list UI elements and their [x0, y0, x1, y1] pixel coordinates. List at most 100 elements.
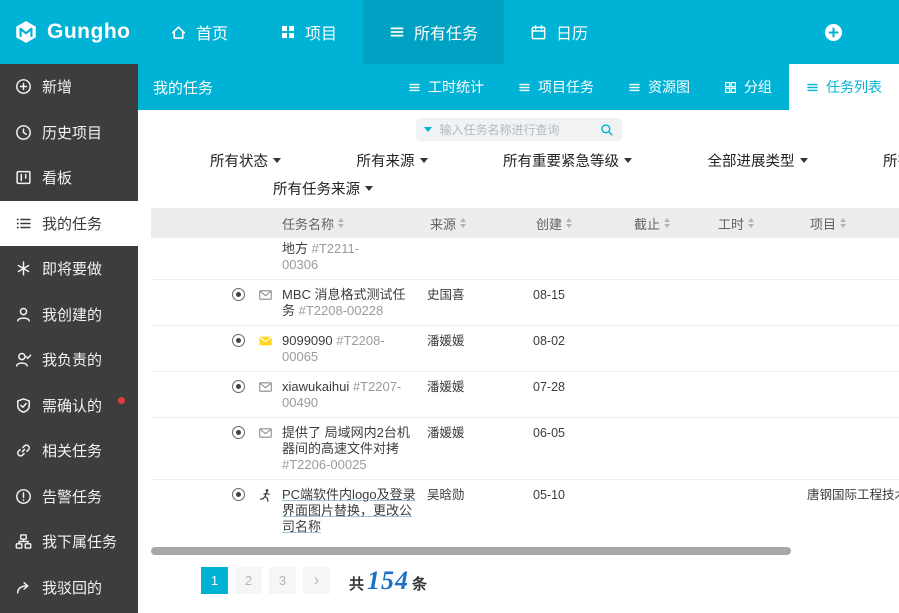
sidebar-item-label: 需确认的	[42, 395, 102, 416]
search-icon[interactable]	[600, 123, 614, 137]
table-header: 任务名称 来源 创建 截止 工时 项目	[151, 208, 899, 238]
col-created[interactable]: 创建	[533, 214, 631, 233]
sidebar-item-created-by-me[interactable]: 我创建的	[0, 292, 138, 338]
sidebar-item-label: 即将要做	[42, 258, 102, 279]
page-button-2[interactable]: 2	[235, 567, 262, 594]
sidebar-item-label: 历史项目	[42, 122, 102, 143]
filter-priority[interactable]: 所有重要紧急等级	[503, 150, 632, 171]
mail-icon	[251, 424, 279, 440]
task-created: 08-02	[533, 332, 631, 349]
radio-button[interactable]	[232, 426, 245, 439]
sidebar-item-needs-confirmation[interactable]: 需确认的	[0, 383, 138, 429]
search-input[interactable]	[438, 122, 594, 138]
pagination: 1 2 3 › 共 154 条	[201, 567, 899, 594]
tab-work-hours[interactable]: 工时统计	[391, 64, 501, 110]
history-icon	[15, 124, 32, 141]
sidebar-item-my-tasks[interactable]: 我的任务	[0, 201, 138, 247]
page-button-1[interactable]: 1	[201, 567, 228, 594]
sidebar-item-alert-tasks[interactable]: 告警任务	[0, 474, 138, 520]
task-project: 唐钢国际工程技术有	[807, 486, 899, 503]
alert-circle-icon	[15, 488, 32, 505]
tab-task-list[interactable]: 任务列表	[789, 64, 899, 110]
nav-item-calendar[interactable]: 日历	[504, 0, 614, 64]
col-work-hours[interactable]: 工时	[715, 214, 807, 233]
tab-label: 资源图	[648, 77, 690, 97]
total-count: 共 154 条	[349, 568, 427, 594]
mail-yellow-icon	[251, 332, 279, 348]
shield-check-icon	[15, 397, 32, 414]
table-row[interactable]: 提供了 局域网内2台机器间的高速文件对拷 #T2206-00025 潘媛媛 06…	[151, 418, 899, 480]
task-title[interactable]: 地方	[282, 241, 308, 256]
gungho-logo-icon	[13, 19, 39, 45]
task-title[interactable]: 提供了 局域网内2台机器间的高速文件对拷	[282, 425, 410, 456]
table-row[interactable]: xiawukaihui #T2207-00490 潘媛媛 07-28	[151, 372, 899, 418]
col-label: 项目	[810, 214, 836, 233]
task-table: 任务名称 来源 创建 截止 工时 项目 地方 #T2211-00306	[151, 208, 899, 541]
alert-dot	[118, 397, 125, 404]
tab-resource-map[interactable]: 资源图	[611, 64, 707, 110]
filter-progress-type[interactable]: 全部进展类型	[708, 150, 808, 171]
filter-source[interactable]: 所有来源	[357, 150, 428, 171]
sidebar-item-rejected-by-me[interactable]: 我驳回的	[0, 565, 138, 611]
sidebar-item-responsible[interactable]: 我负责的	[0, 337, 138, 383]
top-bar: Gungho 首页 项目 所有任务 日历	[0, 0, 899, 64]
col-source[interactable]: 来源	[427, 214, 533, 233]
task-created: 05-10	[533, 486, 631, 503]
radio-button[interactable]	[232, 334, 245, 347]
nav-item-all-tasks[interactable]: 所有任务	[363, 0, 504, 64]
filter-label: 所有任务来源	[273, 178, 360, 199]
sidebar-item-label: 我负责的	[42, 349, 102, 370]
filter-row-2: 所有任务来源	[138, 171, 899, 199]
list-icon	[518, 81, 531, 94]
sidebar-item-kanban[interactable]: 看板	[0, 155, 138, 201]
total-prefix: 共	[349, 573, 364, 594]
table-row[interactable]: 地方 #T2211-00306	[151, 238, 899, 280]
table-row[interactable]: PC端软件内logo及登录界面图片替换，更改公司名称 吴晗勋 05-10 唐钢国…	[151, 480, 899, 541]
radio-button[interactable]	[232, 288, 245, 301]
sidebar-item-related-tasks[interactable]: 相关任务	[0, 428, 138, 474]
task-source: 史国喜	[427, 286, 533, 303]
horizontal-scrollbar[interactable]	[151, 547, 791, 555]
nav-item-home[interactable]: 首页	[144, 0, 254, 64]
search-row	[138, 110, 899, 141]
plus-circle-icon	[15, 78, 32, 95]
task-source: 潘媛媛	[427, 332, 533, 349]
task-title[interactable]: 9099090	[282, 333, 333, 348]
next-page-button[interactable]: ›	[303, 567, 330, 594]
col-deadline[interactable]: 截止	[631, 214, 715, 233]
sidebar-item-label: 告警任务	[42, 486, 102, 507]
filter-task-source[interactable]: 所有任务来源	[273, 178, 373, 199]
table-row[interactable]: 9099090 #T2208-00065 潘媛媛 08-02	[151, 326, 899, 372]
tab-project-tasks[interactable]: 项目任务	[501, 64, 611, 110]
total-number: 154	[367, 568, 409, 594]
radio-button[interactable]	[232, 380, 245, 393]
tab-label: 工时统计	[428, 77, 484, 97]
task-id: #T2206-00025	[282, 457, 367, 472]
tab-grouping[interactable]: 分组	[707, 64, 789, 110]
chevron-down-icon[interactable]	[424, 127, 432, 136]
sidebar-item-subordinate-tasks[interactable]: 我下属任务	[0, 519, 138, 565]
page-button-3[interactable]: 3	[269, 567, 296, 594]
col-task-name[interactable]: 任务名称	[279, 214, 427, 233]
sidebar-item-label: 看板	[42, 167, 72, 188]
task-created: 06-05	[533, 424, 631, 441]
col-project[interactable]: 项目	[807, 214, 899, 233]
add-button[interactable]	[824, 23, 843, 42]
filter-truncated[interactable]: 所有	[883, 150, 899, 171]
task-title[interactable]: PC端软件内logo及登录界面图片替换，更改公司名称	[282, 487, 416, 534]
sidebar-item-label: 我下属任务	[42, 531, 117, 552]
sort-icon	[664, 215, 670, 231]
task-id: #T2208-00228	[299, 303, 384, 318]
nav-item-projects[interactable]: 项目	[254, 0, 363, 64]
radio-button[interactable]	[232, 488, 245, 501]
col-label: 任务名称	[282, 214, 334, 233]
sidebar-item-new[interactable]: 新增	[0, 64, 138, 110]
sort-icon	[840, 215, 846, 231]
col-label: 来源	[430, 214, 456, 233]
sidebar-item-upcoming[interactable]: 即将要做	[0, 246, 138, 292]
task-title[interactable]: xiawukaihui	[282, 379, 349, 394]
sub-header: 我的任务 工时统计 项目任务 资源图 分组	[138, 64, 899, 110]
table-row[interactable]: MBC 消息格式测试任务 #T2208-00228 史国喜 08-15	[151, 280, 899, 326]
sidebar-item-history-projects[interactable]: 历史项目	[0, 110, 138, 156]
filter-status[interactable]: 所有状态	[210, 150, 281, 171]
